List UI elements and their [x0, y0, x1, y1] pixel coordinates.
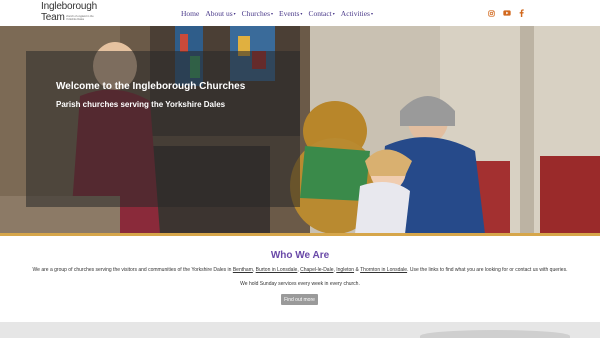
nav-churches[interactable]: Churches ▾	[242, 9, 273, 18]
outro-text: . Use the links to find what you are loo…	[407, 267, 568, 273]
youtube-icon[interactable]	[503, 10, 511, 16]
sunday-services-text: We hold Sunday services every week in ev…	[240, 281, 360, 287]
hero-title: Welcome to the Ingleborough Churches	[56, 81, 246, 92]
separator: ,	[297, 267, 299, 273]
footer-decoration	[420, 330, 570, 338]
nav-events[interactable]: Events ▾	[279, 9, 302, 18]
who-we-are-heading: Who We Are	[270, 250, 330, 261]
hero-accent-stripe	[0, 233, 600, 236]
nav-about-us[interactable]: About us ▾	[205, 9, 235, 18]
nav-contact-label: Contact	[308, 9, 332, 18]
nav-churches-label: Churches	[241, 9, 270, 18]
separator: ,	[333, 267, 335, 273]
hero-subtitle: Parish churches serving the Yorkshire Da…	[56, 100, 226, 109]
chevron-down-icon: ▾	[370, 11, 373, 16]
nav-home[interactable]: Home	[181, 9, 199, 18]
hero-banner	[0, 26, 600, 234]
logo-text-line1: Ingleborough	[41, 1, 97, 12]
separator: ,	[252, 267, 255, 273]
facebook-icon[interactable]	[519, 9, 524, 17]
chevron-down-icon: ▾	[300, 11, 303, 16]
social-links	[488, 9, 524, 17]
logo-tagline: church of england in the Yorkshire Dales	[66, 15, 94, 21]
nav-activities-label: Activities	[340, 9, 370, 18]
chevron-down-icon: ▾	[233, 11, 236, 16]
nav-contact[interactable]: Contact ▾	[308, 9, 334, 18]
logo-text-line2: Team	[41, 12, 65, 23]
instagram-icon[interactable]	[488, 9, 495, 17]
link-ingleton[interactable]: Ingleton	[336, 267, 354, 273]
link-chapel-le-dale[interactable]: Chapel-le-Dale	[300, 267, 333, 273]
who-we-are-paragraph: We are a group of churches serving the v…	[0, 267, 600, 273]
site-header: Ingleborough Team church of england in t…	[0, 0, 600, 26]
nav-events-label: Events	[279, 9, 300, 18]
chevron-down-icon: ▾	[270, 11, 273, 16]
link-thornton-in-lonsdale[interactable]: Thornton in Lonsdale	[360, 267, 407, 273]
link-bentham[interactable]: Bentham	[233, 267, 253, 273]
separator: &	[355, 267, 359, 273]
link-burton-in-lonsdale[interactable]: Burton in Lonsdale	[256, 267, 298, 273]
chevron-down-icon: ▾	[332, 11, 335, 16]
nav-about-us-label: About us	[205, 9, 233, 18]
find-out-more-button[interactable]: Find out more	[281, 294, 318, 305]
intro-text: We are a group of churches serving the v…	[32, 267, 232, 273]
main-nav: Home About us ▾ Churches ▾ Events ▾ Contact…	[181, 9, 373, 18]
nav-home-label: Home	[181, 9, 200, 18]
nav-activities[interactable]: Activities ▾	[341, 9, 373, 18]
site-logo[interactable]: Ingleborough Team church of england in t…	[41, 2, 103, 24]
hero-overlay	[26, 51, 300, 207]
